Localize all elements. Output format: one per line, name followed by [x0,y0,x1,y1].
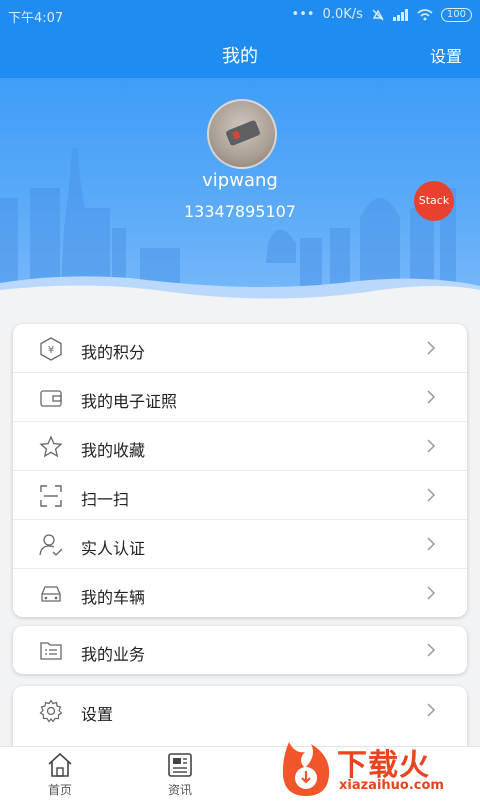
scan-icon [40,485,62,507]
avatar-photo [225,119,261,147]
profile-header: vipwang 13347895107 Stack [0,78,480,303]
chevron-right-icon [427,703,436,717]
wifi-icon [417,8,433,20]
star-icon [39,435,63,458]
menu-item-label: 我的业务 [81,645,146,664]
mute-icon [372,9,384,20]
status-icons: ••• 0.0K/s 100 [292,7,472,22]
menu-item-my-business[interactable]: 我的业务 [13,626,467,674]
menu-item-label: 我的电子证照 [81,392,178,411]
menu-item-points[interactable]: ¥ 我的积分 [13,324,467,373]
chevron-right-icon [427,488,436,502]
menu-item-label: 我的收藏 [81,441,146,460]
menu-item-identity-verification[interactable]: 实人认证 [13,520,467,569]
menu-item-label: 实人认证 [81,539,146,558]
watermark-text-en: xiazaihuo.com [339,778,444,793]
signal-icon [392,8,408,21]
phone-number: 13347895107 [184,202,296,221]
status-time: 下午4:07 [8,11,64,26]
menu-item-vehicles[interactable]: 我的车辆 [13,569,467,617]
network-speed: 0.0K/s [322,7,363,22]
stack-badge[interactable]: Stack [414,181,454,221]
gear-icon [39,699,63,723]
chevron-right-icon [427,390,436,404]
menu-item-favorites[interactable]: 我的收藏 [13,422,467,471]
chevron-right-icon [427,643,436,657]
menu-item-label: 我的车辆 [81,588,146,607]
flame-logo-icon [282,742,330,796]
home-icon [48,752,72,777]
page-title: 我的 [222,46,258,67]
settings-link[interactable]: 设置 [430,43,462,67]
chevron-right-icon [427,341,436,355]
status-bar: 下午4:07 ••• 0.0K/s 100 [0,0,480,30]
menu-item-settings[interactable]: 设置 [13,686,467,734]
main-menu-card: ¥ 我的积分 我的电子证照 我的收藏 扫一扫 实人认证 我的车辆 [13,324,467,617]
chevron-right-icon [427,439,436,453]
person-verify-icon [39,534,63,556]
more-dots-icon: ••• [291,7,315,22]
folder-list-icon [40,642,62,660]
car-icon [41,586,61,602]
nav-label: 首页 [47,783,72,797]
battery-indicator: 100 [440,7,472,22]
watermark-logo: 下载火 xiazaihuo.com [275,738,480,800]
top-bar: 我的 设置 [0,30,480,78]
menu-item-label: 我的积分 [81,343,146,362]
nav-label: 资讯 [167,783,192,797]
menu-item-scan[interactable]: 扫一扫 [13,471,467,520]
nav-home[interactable]: 首页 [25,751,95,798]
news-icon [168,753,192,777]
points-hexagon-icon: ¥ [40,337,62,361]
username: vipwang [202,170,278,191]
svg-text:¥: ¥ [48,345,54,356]
nav-news[interactable]: 资讯 [145,751,215,798]
menu-item-label: 设置 [81,705,114,724]
chevron-right-icon [427,537,436,551]
menu-item-e-license[interactable]: 我的电子证照 [13,373,467,422]
business-card: 我的业务 [13,626,467,674]
wallet-icon [40,390,62,407]
avatar[interactable] [207,99,277,169]
chevron-right-icon [427,586,436,600]
menu-item-label: 扫一扫 [81,490,130,509]
